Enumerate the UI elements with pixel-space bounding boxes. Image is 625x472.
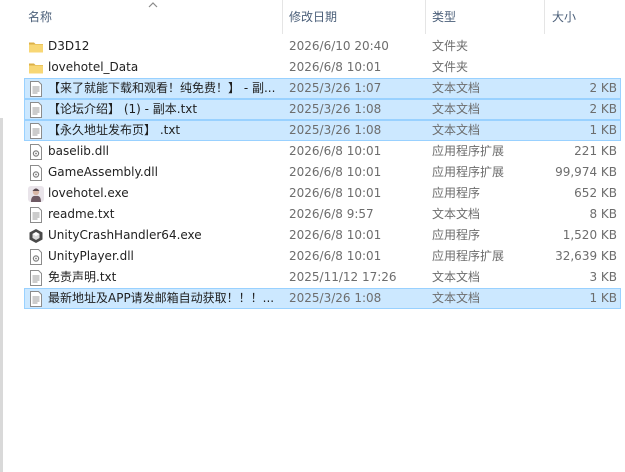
text-file-icon — [28, 81, 44, 97]
file-row[interactable]: 【永久地址发布页】 .txt 2025/3/26 1:08 文本文档 1 KB — [24, 120, 621, 141]
column-header-type[interactable]: 类型 — [432, 0, 456, 34]
unity-icon — [28, 228, 44, 244]
file-name: 免责声明.txt — [48, 270, 117, 284]
file-name: baselib.dll — [48, 144, 109, 158]
file-size: 3 KB — [589, 270, 617, 284]
file-name: D3D12 — [48, 39, 90, 53]
file-size — [525, 58, 617, 77]
text-file-icon — [28, 123, 44, 139]
text-file-icon — [28, 270, 44, 286]
navigation-pane-scrollbar[interactable] — [0, 118, 3, 472]
file-name: UnityPlayer.dll — [48, 249, 134, 263]
column-divider[interactable] — [425, 0, 426, 34]
column-header-date-modified[interactable]: 修改日期 — [289, 0, 337, 34]
file-name: GameAssembly.dll — [48, 165, 158, 179]
file-date-modified: 2025/3/26 1:08 — [289, 123, 382, 137]
file-date-modified: 2025/3/26 1:07 — [289, 81, 382, 95]
file-row[interactable]: 最新地址及APP请发邮箱自动获取！！！... 2025/3/26 1:08 文本… — [24, 288, 621, 309]
dll-file-icon — [28, 165, 44, 181]
file-date-modified: 2026/6/8 10:01 — [289, 186, 382, 200]
file-name: 最新地址及APP请发邮箱自动获取！！！... — [48, 291, 275, 305]
file-name: 【永久地址发布页】 .txt — [48, 123, 181, 137]
text-file-icon — [28, 102, 44, 118]
file-name: lovehotel_Data — [48, 60, 139, 74]
file-row[interactable]: lovehotel_Data 2026/6/8 10:01 文件夹 — [24, 57, 621, 78]
file-row[interactable]: 【论坛介绍】 (1) - 副本.txt 2025/3/26 1:08 文本文档 … — [24, 99, 621, 120]
folder-icon — [28, 60, 44, 76]
file-row[interactable]: 【来了就能下载和观看！纯免费！】 - 副... 2025/3/26 1:07 文… — [24, 78, 621, 99]
file-date-modified: 2026/6/10 20:40 — [289, 39, 389, 53]
file-row[interactable]: UnityPlayer.dll 2026/6/8 10:01 应用程序扩展 32… — [24, 246, 621, 267]
file-date-modified: 2026/6/8 10:01 — [289, 60, 382, 74]
file-row[interactable]: lovehotel.exe 2026/6/8 10:01 应用程序 652 KB — [24, 183, 621, 204]
file-date-modified: 2026/6/8 10:01 — [289, 165, 382, 179]
sort-ascending-icon[interactable] — [147, 0, 159, 10]
file-size: 99,974 KB — [555, 165, 617, 179]
folder-icon — [28, 39, 44, 55]
file-size: 652 KB — [574, 186, 617, 200]
text-file-icon — [28, 291, 44, 307]
file-size: 32,639 KB — [555, 249, 617, 263]
file-date-modified: 2026/6/8 9:57 — [289, 207, 374, 221]
file-name: 【论坛介绍】 (1) - 副本.txt — [48, 102, 198, 116]
file-size: 221 KB — [574, 144, 617, 158]
file-row[interactable]: D3D12 2026/6/10 20:40 文件夹 — [24, 36, 621, 57]
file-row[interactable]: UnityCrashHandler64.exe 2026/6/8 10:01 应… — [24, 225, 621, 246]
file-date-modified: 2025/11/12 17:26 — [289, 270, 397, 284]
file-size: 2 KB — [589, 102, 617, 116]
file-size — [525, 37, 617, 56]
file-name: UnityCrashHandler64.exe — [48, 228, 202, 242]
file-row[interactable]: baselib.dll 2026/6/8 10:01 应用程序扩展 221 KB — [24, 141, 621, 162]
file-name: 【来了就能下载和观看！纯免费！】 - 副... — [48, 81, 276, 95]
file-size: 1 KB — [589, 123, 617, 137]
column-header-bar: 名称 修改日期 类型 大小 — [0, 0, 625, 34]
file-size: 1 KB — [589, 291, 617, 305]
file-name: lovehotel.exe — [48, 186, 129, 200]
file-row[interactable]: readme.txt 2026/6/8 9:57 文本文档 8 KB — [24, 204, 621, 225]
file-date-modified: 2025/3/26 1:08 — [289, 291, 382, 305]
column-divider[interactable] — [544, 0, 545, 34]
app-avatar-icon — [28, 186, 44, 202]
column-header-size[interactable]: 大小 — [552, 0, 576, 34]
file-date-modified: 2025/3/26 1:08 — [289, 102, 382, 116]
text-file-icon — [28, 207, 44, 223]
file-size: 1,520 KB — [562, 228, 617, 242]
file-date-modified: 2026/6/8 10:01 — [289, 144, 382, 158]
navigation-pane-edge — [0, 0, 4, 472]
file-name: readme.txt — [48, 207, 115, 221]
column-header-name[interactable]: 名称 — [28, 0, 52, 34]
dll-file-icon — [28, 249, 44, 265]
file-row[interactable]: 免责声明.txt 2025/11/12 17:26 文本文档 3 KB — [24, 267, 621, 288]
file-row[interactable]: GameAssembly.dll 2026/6/8 10:01 应用程序扩展 9… — [24, 162, 621, 183]
dll-file-icon — [28, 144, 44, 160]
file-date-modified: 2026/6/8 10:01 — [289, 228, 382, 242]
file-size: 8 KB — [589, 207, 617, 221]
column-divider[interactable] — [282, 0, 283, 34]
file-size: 2 KB — [589, 81, 617, 95]
file-date-modified: 2026/6/8 10:01 — [289, 249, 382, 263]
